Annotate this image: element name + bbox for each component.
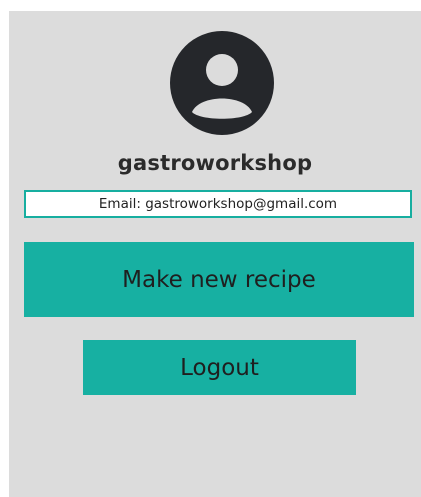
username-label: gastroworkshop [117,151,313,175]
logout-button[interactable]: Logout [83,340,356,395]
email-display: Email: gastroworkshop@gmail.com [24,190,412,218]
profile-panel: gastroworkshop Email: gastroworkshop@gma… [9,11,421,497]
user-circle-icon [170,31,274,135]
user-avatar-icon [170,31,274,135]
make-new-recipe-button[interactable]: Make new recipe [24,242,414,317]
